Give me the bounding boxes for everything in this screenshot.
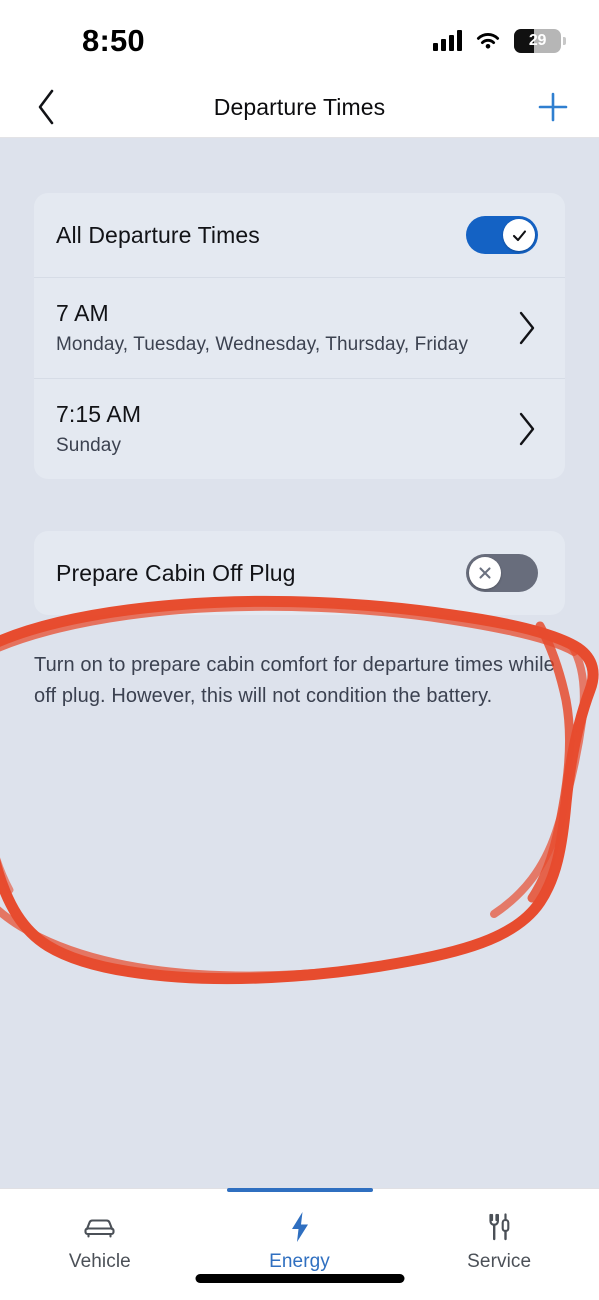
status-bar: 8:50 29 [0, 0, 599, 77]
all-departure-times-label: All Departure Times [56, 221, 260, 248]
prepare-cabin-toggle[interactable] [466, 554, 538, 592]
main-content: All Departure Times 7 AM Monday, Tuesday… [0, 138, 599, 1188]
wifi-icon [476, 32, 500, 49]
chevron-left-icon [38, 89, 54, 125]
battery-icon: 29 [514, 28, 566, 53]
tab-energy[interactable]: Energy [200, 1188, 400, 1300]
departure-time-row[interactable]: 7 AM Monday, Tuesday, Wednesday, Thursda… [34, 277, 565, 378]
tab-vehicle-label: Vehicle [68, 1251, 131, 1272]
plus-icon [538, 92, 568, 122]
departure-time-value: 7 AM [56, 299, 109, 326]
active-tab-indicator [226, 1188, 373, 1192]
cellular-signal-icon [433, 30, 462, 51]
tab-energy-label: Energy [269, 1251, 330, 1272]
wrench-icon [484, 1211, 514, 1243]
prepare-cabin-label: Prepare Cabin Off Plug [56, 559, 296, 586]
x-icon [479, 567, 491, 579]
battery-level: 29 [528, 31, 547, 49]
navigation-bar: Departure Times [0, 77, 599, 138]
chevron-right-icon [519, 412, 535, 445]
tab-service[interactable]: Service [399, 1189, 599, 1300]
departure-time-value: 7:15 AM [56, 400, 142, 427]
all-departure-times-toggle[interactable] [466, 216, 538, 254]
status-bar-time: 8:50 [82, 22, 145, 58]
departure-time-days: Sunday [56, 434, 122, 456]
departure-time-days: Monday, Tuesday, Wednesday, Thursday, Fr… [56, 333, 469, 355]
add-departure-time-button[interactable] [507, 77, 599, 138]
check-icon [512, 229, 526, 241]
tab-service-label: Service [467, 1251, 532, 1272]
bottom-tab-bar: Vehicle Energy Service [0, 1188, 599, 1300]
departure-times-card: All Departure Times 7 AM Monday, Tuesday… [34, 193, 565, 479]
page-title: Departure Times [213, 93, 386, 120]
tab-vehicle[interactable]: Vehicle [0, 1189, 200, 1300]
all-departure-times-row[interactable]: All Departure Times [34, 193, 565, 277]
home-indicator [195, 1274, 404, 1283]
status-bar-indicators: 29 [433, 28, 566, 53]
lightning-icon [289, 1211, 311, 1243]
departure-time-row[interactable]: 7:15 AM Sunday [34, 378, 565, 479]
prepare-cabin-card: Prepare Cabin Off Plug [34, 531, 565, 615]
car-icon [83, 1211, 116, 1243]
prepare-cabin-row[interactable]: Prepare Cabin Off Plug [34, 531, 565, 615]
back-button[interactable] [0, 77, 92, 138]
chevron-right-icon [519, 311, 535, 344]
phone-screen: 8:50 29 Departure Times All Departure Ti… [0, 0, 599, 1300]
prepare-cabin-description: Turn on to prepare cabin comfort for dep… [34, 654, 555, 707]
